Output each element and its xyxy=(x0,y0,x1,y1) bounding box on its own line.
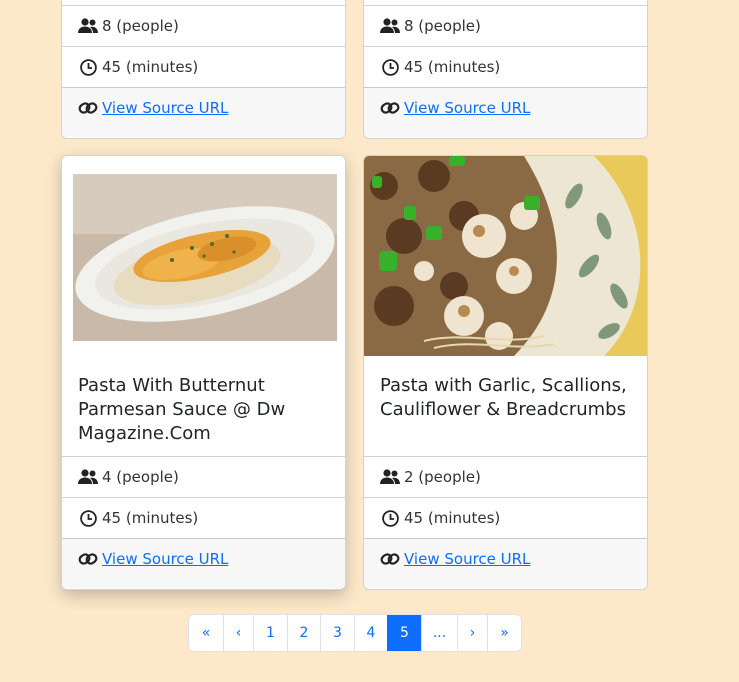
time-row: 45 (minutes) xyxy=(62,497,345,538)
time-row: 45 (minutes) xyxy=(62,46,345,87)
view-source-link[interactable]: View Source URL xyxy=(404,99,530,117)
recipe-title: Pasta with Garlic, Scallions, Cauliflowe… xyxy=(380,375,627,420)
pasta-butternut-image xyxy=(62,156,345,356)
source-row: View Source URL xyxy=(364,538,647,588)
recipe-card[interactable]: Pasta With Butternut Parmesan Sauce @ Dw… xyxy=(61,155,346,590)
next-page-button[interactable]: › xyxy=(457,615,487,651)
servings-row: 2 (people) xyxy=(364,456,647,497)
link-icon xyxy=(78,550,98,568)
pasta-garlic-cauliflower-image xyxy=(364,156,647,356)
servings-text: 4 (people) xyxy=(102,468,179,486)
first-page-button[interactable]: « xyxy=(189,615,223,651)
source-row: View Source URL xyxy=(62,87,345,137)
people-icon xyxy=(380,17,400,35)
servings-text: 2 (people) xyxy=(404,468,481,486)
servings-row: 8 (people) xyxy=(364,5,647,46)
time-text: 45 (minutes) xyxy=(102,509,199,527)
prev-page-button[interactable]: ‹ xyxy=(223,615,253,651)
page-3-button[interactable]: 3 xyxy=(320,615,354,651)
source-row: View Source URL xyxy=(62,538,345,588)
page-5-button[interactable]: 5 xyxy=(387,615,421,651)
servings-row: 4 (people) xyxy=(62,456,345,497)
clock-icon xyxy=(380,58,400,76)
view-source-link[interactable]: View Source URL xyxy=(102,550,228,568)
time-text: 45 (minutes) xyxy=(404,509,501,527)
link-icon xyxy=(380,550,400,568)
time-text: 45 (minutes) xyxy=(404,58,501,76)
time-row: 45 (minutes) xyxy=(364,46,647,87)
servings-row: 8 (people) xyxy=(62,5,345,46)
page-2-button[interactable]: 2 xyxy=(287,615,320,651)
clock-icon xyxy=(78,58,98,76)
time-text: 45 (minutes) xyxy=(102,58,199,76)
link-icon xyxy=(380,99,400,117)
clock-icon xyxy=(78,509,98,527)
last-page-button[interactable]: » xyxy=(487,615,521,651)
view-source-link[interactable]: View Source URL xyxy=(404,550,530,568)
pagination: « ‹ 1 2 3 4 5 ... › » xyxy=(188,614,522,652)
recipe-card[interactable]: Pasta with Garlic, Scallions, Cauliflowe… xyxy=(363,155,648,590)
recipe-card: 8 (people) 45 (minutes) View Source URL xyxy=(61,0,346,139)
servings-text: 8 (people) xyxy=(102,17,179,35)
view-source-link[interactable]: View Source URL xyxy=(102,99,228,117)
recipe-title: Pasta With Butternut Parmesan Sauce @ Dw… xyxy=(78,375,286,444)
people-icon xyxy=(78,17,98,35)
people-icon xyxy=(380,468,400,486)
time-row: 45 (minutes) xyxy=(364,497,647,538)
people-icon xyxy=(78,468,98,486)
source-row: View Source URL xyxy=(364,87,647,137)
link-icon xyxy=(78,99,98,117)
recipe-card: 8 (people) 45 (minutes) View Source URL xyxy=(363,0,648,139)
ellipsis-button[interactable]: ... xyxy=(421,615,457,651)
clock-icon xyxy=(380,509,400,527)
servings-text: 8 (people) xyxy=(404,17,481,35)
page-1-button[interactable]: 1 xyxy=(253,615,287,651)
page-4-button[interactable]: 4 xyxy=(354,615,387,651)
